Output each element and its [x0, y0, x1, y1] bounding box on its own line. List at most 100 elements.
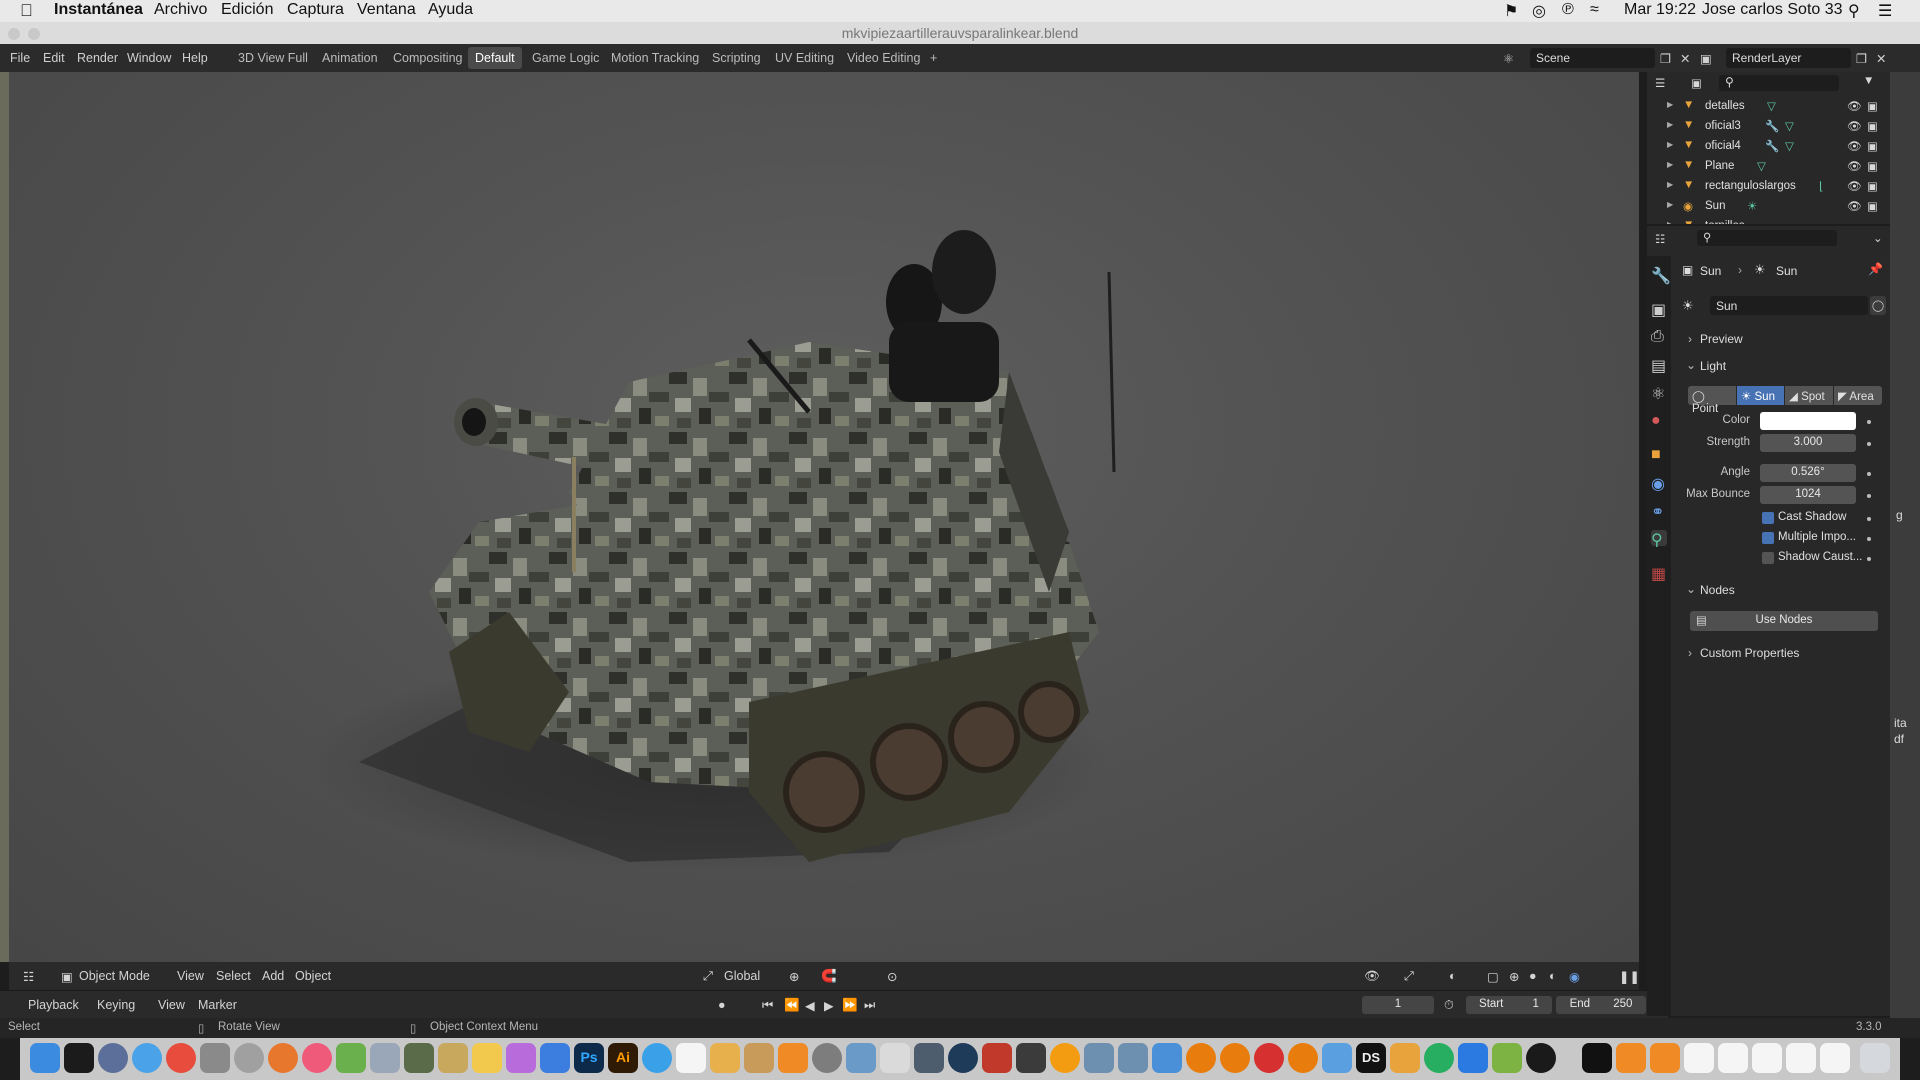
launchpad-icon[interactable]: [98, 1043, 128, 1073]
expand-arrow-icon[interactable]: ▶: [1667, 220, 1673, 224]
world-tab-icon[interactable]: ●: [1651, 412, 1667, 429]
doc2-icon[interactable]: [1650, 1043, 1680, 1073]
editor-type-icon[interactable]: ☷: [23, 969, 34, 984]
preview-icon[interactable]: [710, 1043, 740, 1073]
properties-editor-type-icon[interactable]: ☷: [1655, 232, 1665, 246]
end-frame-field[interactable]: End 250: [1556, 996, 1646, 1014]
use-nodes-button[interactable]: ▤ Use Nodes: [1690, 611, 1878, 631]
max-bounce-field[interactable]: 1024: [1760, 486, 1856, 504]
vlc-icon[interactable]: [778, 1043, 808, 1073]
scene-selector-icon[interactable]: ⚛: [1503, 51, 1514, 66]
ds-icon[interactable]: DS: [1356, 1043, 1386, 1073]
viewport-menu-add[interactable]: Add: [262, 969, 284, 983]
spotlight-search-icon[interactable]: ⚲: [1848, 1, 1860, 21]
light-data-tab-icon[interactable]: ⚲: [1651, 530, 1667, 549]
doc6-icon[interactable]: [1786, 1043, 1816, 1073]
doc4-icon[interactable]: [1718, 1043, 1748, 1073]
books-icon[interactable]: [1050, 1043, 1080, 1073]
notes-icon[interactable]: [472, 1043, 502, 1073]
expand-arrow-icon[interactable]: ▶: [1667, 120, 1673, 129]
fake-user-shield-icon[interactable]: ◯: [1870, 296, 1886, 315]
render-camera-icon[interactable]: ▣: [1867, 119, 1878, 133]
light-type-sun-button[interactable]: ☀ Sun: [1737, 386, 1784, 405]
viewport-menu-view[interactable]: View: [177, 969, 204, 983]
xray-icon[interactable]: ▢: [1487, 969, 1499, 984]
s-icon[interactable]: [1254, 1043, 1284, 1073]
pencil-icon[interactable]: [982, 1043, 1012, 1073]
android-icon[interactable]: [1492, 1043, 1522, 1073]
scissors-icon[interactable]: [880, 1043, 910, 1073]
visibility-eye-icon[interactable]: 👁: [1847, 139, 1862, 153]
outliner-row-oficial3[interactable]: ▶ ▼ oficial3 🔧 ▽ 👁 ▣: [1647, 116, 1890, 136]
record-button[interactable]: ●: [718, 998, 726, 1012]
menu-render[interactable]: Render: [77, 51, 118, 65]
blender2-icon[interactable]: [1220, 1043, 1250, 1073]
bluetooth-icon[interactable]: [1458, 1043, 1488, 1073]
view-layer-tab-icon[interactable]: ▤: [1651, 356, 1667, 375]
keyframe-dot-icon[interactable]: [1867, 420, 1871, 424]
panel-custom-properties[interactable]: › Custom Properties: [1680, 643, 1885, 665]
jump-keyframe-back-icon[interactable]: ⏪: [784, 998, 800, 1013]
outliner-row-plane[interactable]: ▶ ▼ Plane ▽ 👁 ▣: [1647, 156, 1890, 176]
render-camera-icon[interactable]: ▣: [1867, 179, 1878, 193]
play-icon[interactable]: ▶: [824, 998, 834, 1013]
jump-end-icon[interactable]: ⏭: [864, 998, 875, 1013]
menu-window[interactable]: Window: [127, 51, 171, 65]
render-layer-field[interactable]: RenderLayer: [1726, 48, 1851, 68]
render-camera-icon[interactable]: ▣: [1867, 139, 1878, 153]
visibility-eye-icon[interactable]: 👁: [1847, 199, 1862, 213]
outliner-row-rectanguloslargos[interactable]: ▶ ▼ rectanguloslargos ⌊ 👁 ▣: [1647, 176, 1890, 196]
stats-icon[interactable]: [914, 1043, 944, 1073]
visibility-eye-icon[interactable]: 👁: [1847, 159, 1862, 173]
tab-animation[interactable]: Animation: [315, 47, 385, 69]
gear-icon[interactable]: [540, 1043, 570, 1073]
new-layer-icon[interactable]: ❐: [1856, 51, 1867, 66]
box-icon[interactable]: [744, 1043, 774, 1073]
menu-edit[interactable]: Edit: [43, 51, 65, 65]
scene-field[interactable]: Scene: [1530, 48, 1655, 68]
menu-archivo[interactable]: Archivo: [154, 1, 207, 19]
clock[interactable]: Mar 19:22: [1624, 1, 1696, 19]
outliner-row-detalles[interactable]: ▶ ▼ detalles ▽ 👁 ▣: [1647, 96, 1890, 116]
keyframe-dot-icon[interactable]: [1867, 537, 1871, 541]
fingerprint-icon[interactable]: [1152, 1043, 1182, 1073]
light-datablock-icon[interactable]: ☀: [1682, 298, 1694, 314]
visibility-icon[interactable]: 👁: [1364, 969, 1380, 984]
tab-scripting[interactable]: Scripting: [705, 47, 768, 69]
render-camera-icon[interactable]: ▣: [1867, 99, 1878, 113]
doc5-icon[interactable]: [1752, 1043, 1782, 1073]
menu-marker[interactable]: Marker: [198, 998, 237, 1012]
expand-arrow-icon[interactable]: ▶: [1667, 180, 1673, 189]
viewport-menu-object[interactable]: Object: [295, 969, 331, 983]
menu-keying[interactable]: Keying: [97, 998, 135, 1012]
bluetooth-icon[interactable]: ℗: [1562, 1, 1574, 19]
menu-edicion[interactable]: Edición: [221, 1, 273, 19]
properties-search-input[interactable]: [1697, 230, 1837, 246]
tab-motion-tracking[interactable]: Motion Tracking: [604, 47, 706, 69]
app-name-menu[interactable]: Instantánea: [54, 1, 143, 19]
mode-dropdown[interactable]: Object Mode: [79, 969, 150, 983]
tab-uv-editing[interactable]: UV Editing: [768, 47, 841, 69]
tab-video-editing[interactable]: Video Editing: [840, 47, 927, 69]
camera-icon[interactable]: [1016, 1043, 1046, 1073]
tab-game-logic[interactable]: Game Logic: [525, 47, 606, 69]
terminal2-icon[interactable]: [1582, 1043, 1612, 1073]
wireframe-shading-icon[interactable]: ⊕: [1509, 969, 1519, 984]
notification-center-icon[interactable]: ☰: [1878, 1, 1892, 21]
keyframe-dot-icon[interactable]: [1867, 517, 1871, 521]
rocket-icon[interactable]: [234, 1043, 264, 1073]
visibility-eye-icon[interactable]: 👁: [1847, 179, 1862, 193]
proportional-edit-icon[interactable]: ⊙: [887, 969, 897, 984]
3d-viewport[interactable]: [9, 72, 1639, 962]
menu-help[interactable]: Help: [182, 51, 208, 65]
affinity-icon[interactable]: [506, 1043, 536, 1073]
visibility-eye-icon[interactable]: 👁: [1847, 119, 1862, 133]
expand-arrow-icon[interactable]: ▶: [1667, 200, 1673, 209]
apple-menu-icon[interactable]: : [20, 1, 33, 21]
clock-icon[interactable]: ⏱: [1444, 998, 1454, 1013]
cast-shadow-checkbox[interactable]: [1762, 512, 1774, 524]
tab-compositing[interactable]: Compositing: [386, 47, 469, 69]
tab-default[interactable]: Default: [468, 47, 522, 69]
tool-tab-icon[interactable]: 🔧: [1651, 266, 1671, 285]
folder2-icon[interactable]: [1390, 1043, 1420, 1073]
